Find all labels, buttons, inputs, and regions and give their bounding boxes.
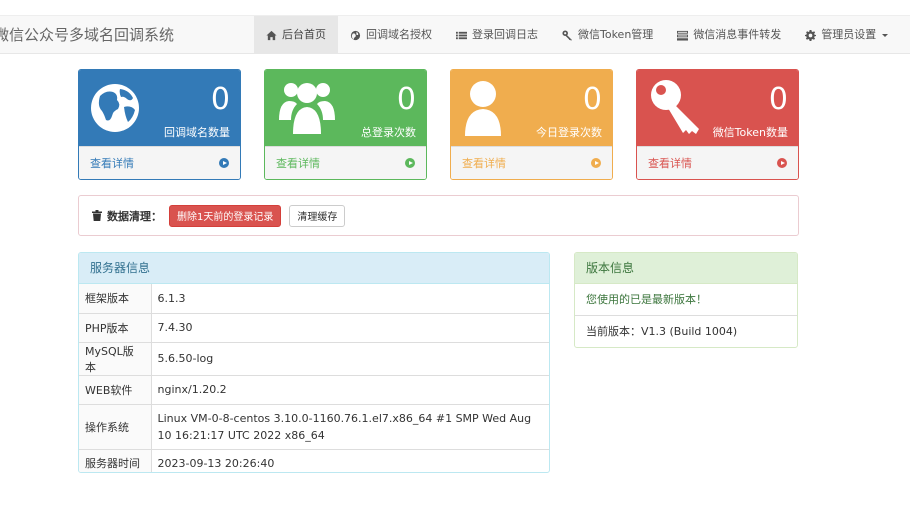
row-key: MySQL版本: [79, 342, 152, 376]
stat-count: 0: [210, 82, 230, 117]
stat-label: 微信Token数量: [712, 126, 788, 139]
row-key: 操作系统: [79, 404, 152, 450]
table-row: PHP版本 7.4.30: [79, 313, 549, 343]
row-value: nginx/1.20.2: [151, 375, 549, 405]
nav-admin-settings-label: 管理员设置: [821, 28, 877, 41]
table-row: 操作系统 Linux VM-0-8-centos 3.10.0-1160.76.1…: [79, 404, 549, 450]
stat-details-label: 查看详情: [90, 157, 134, 170]
stat-panel-total-logins: 0 总登录次数 查看详情: [264, 69, 427, 180]
nav-message-forward[interactable]: 微信消息事件转发: [665, 16, 793, 54]
stat-details-label: 查看详情: [276, 157, 320, 170]
nav-login-log[interactable]: 登录回调日志: [444, 16, 550, 54]
arrow-circle-right-icon: [219, 158, 229, 168]
delete-old-logs-button[interactable]: 删除1天前的登录记录: [169, 204, 282, 227]
nav-message-forward-label: 微信消息事件转发: [693, 28, 782, 41]
stat-panel-today-logins: 0 今日登录次数 查看详情: [450, 69, 613, 180]
table-row: WEB软件 nginx/1.20.2: [79, 375, 549, 405]
row-key: 框架版本: [79, 284, 152, 314]
stat-panel-head: 0 微信Token数量: [637, 70, 798, 146]
stat-details-label: 查看详情: [462, 157, 506, 170]
nav-domains[interactable]: 回调域名授权: [338, 16, 444, 54]
key-icon: [651, 80, 699, 134]
stat-count: 0: [396, 82, 416, 117]
stat-panel-head: 0 回调域名数量: [79, 70, 240, 146]
nav-token-label: 微信Token管理: [578, 28, 654, 41]
server-info-table: 框架版本 6.1.3 PHP版本 7.4.30 MySQL版本 5.6.50-log …: [79, 284, 549, 472]
row-key: 服务器时间: [79, 449, 152, 472]
nav-domains-label: 回调域名授权: [366, 28, 432, 41]
user-icon: [465, 81, 501, 136]
current-version: 当前版本：V1.3 (Build 1004): [586, 325, 738, 338]
stat-details-link[interactable]: 查看详情: [637, 146, 798, 179]
trash-icon: [92, 210, 102, 221]
table-row: 框架版本 6.1.3: [79, 284, 549, 314]
tasks-icon: [677, 30, 689, 41]
arrow-circle-right-icon: [777, 158, 787, 168]
row-value: 2023-09-13 20:26:40: [157, 456, 275, 470]
cleanup-title: 数据清理：: [92, 208, 162, 224]
stat-panel-token-count: 0 微信Token数量 查看详情: [636, 69, 799, 180]
stat-details-link[interactable]: 查看详情: [265, 146, 426, 179]
data-cleanup-bar: 数据清理： 删除1天前的登录记录 清理缓存: [78, 195, 799, 236]
clear-cache-button[interactable]: 清理缓存: [289, 204, 346, 227]
main-nav: 后台首页 回调域名授权 登录回调日志 微信Token管理 微信消息事件转发 管理…: [254, 16, 900, 54]
server-info-panel: 服务器信息 框架版本 6.1.3 PHP版本 7.4.30 MySQL版本 5.6.5…: [78, 252, 550, 473]
nav-home[interactable]: 后台首页: [254, 16, 338, 54]
table-row: MySQL版本 5.6.50-log: [79, 342, 549, 376]
nav-login-log-label: 登录回调日志: [472, 28, 538, 41]
version-status: 您使用的已是最新版本！: [575, 284, 797, 316]
top-navbar: 微信公众号多域名回调系统 后台首页 回调域名授权 登录回调日志 微信Token管…: [0, 15, 910, 54]
table-row: 服务器时间 2023-09-13 20:26:40: [79, 449, 549, 472]
row-value: 7.4.30: [151, 313, 549, 343]
stat-panel-head: 0 今日登录次数: [451, 70, 612, 146]
row-key: PHP版本: [79, 313, 152, 343]
arrow-circle-right-icon: [591, 158, 601, 168]
arrow-circle-right-icon: [405, 158, 415, 168]
stat-label: 今日登录次数: [536, 126, 602, 139]
nav-home-label: 后台首页: [282, 28, 326, 41]
home-icon: [266, 30, 277, 40]
caret-down-icon: [882, 33, 889, 37]
row-key: WEB软件: [79, 375, 152, 405]
version-info-title: 版本信息: [575, 253, 797, 284]
users-icon: [279, 83, 335, 134]
globe-icon: [91, 84, 139, 132]
globe-icon: [350, 30, 361, 40]
stat-panel-domains: 0 回调域名数量 查看详情: [78, 69, 241, 180]
stat-details-link[interactable]: 查看详情: [79, 146, 240, 179]
row-value: 5.6.50-log: [151, 342, 549, 376]
row-value: 6.1.3: [151, 284, 549, 314]
nav-admin-settings[interactable]: 管理员设置: [793, 16, 900, 54]
list-icon: [456, 31, 467, 39]
nav-token[interactable]: 微信Token管理: [550, 16, 665, 54]
stat-panel-head: 0 总登录次数: [265, 70, 426, 146]
cleanup-title-text: 数据清理：: [107, 209, 162, 223]
stat-label: 总登录次数: [361, 126, 416, 139]
server-info-title: 服务器信息: [79, 253, 549, 284]
brand-title[interactable]: 微信公众号多域名回调系统: [0, 16, 174, 54]
stat-count: 0: [582, 82, 602, 117]
stat-label: 回调域名数量: [164, 126, 230, 139]
key-icon: [562, 29, 573, 41]
gear-icon: [805, 29, 817, 41]
version-info-panel: 版本信息 您使用的已是最新版本！ 当前版本：V1.3 (Build 1004): [574, 252, 798, 348]
stat-count: 0: [768, 82, 788, 117]
stat-details-label: 查看详情: [648, 157, 692, 170]
row-value: Linux VM-0-8-centos 3.10.0-1160.76.1.el7…: [151, 404, 549, 450]
stat-details-link[interactable]: 查看详情: [451, 146, 612, 179]
